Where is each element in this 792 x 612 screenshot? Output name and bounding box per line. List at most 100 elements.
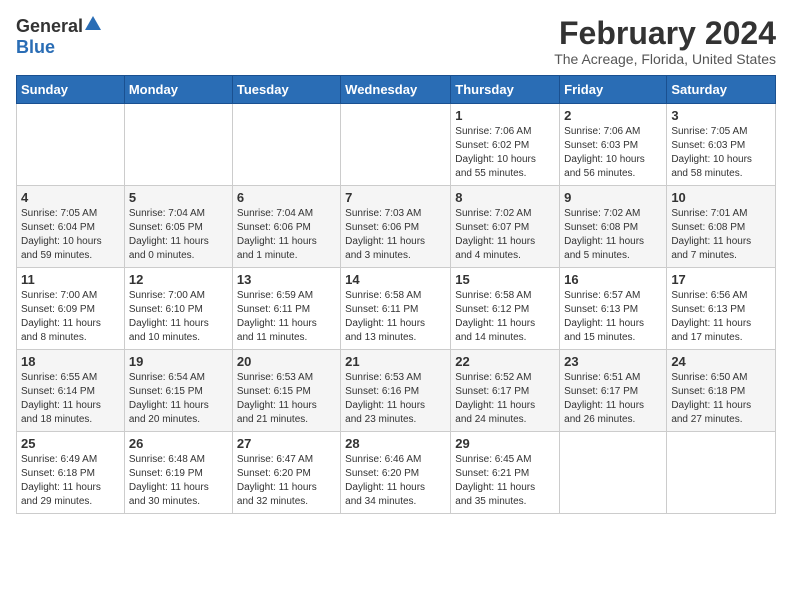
calendar-week-2: 4 Sunrise: 7:05 AM Sunset: 6:04 PM Daylig… (17, 186, 776, 268)
weekday-header-row: SundayMondayTuesdayWednesdayThursdayFrid… (17, 76, 776, 104)
day-content: Sunrise: 6:59 AM Sunset: 6:11 PM Dayligh… (237, 289, 336, 345)
calendar-cell: 15 Sunrise: 6:58 AM Sunset: 6:12 PM Dayli… (451, 268, 560, 350)
day-number: 2 (564, 108, 662, 123)
day-content: Sunrise: 6:52 AM Sunset: 6:17 PM Dayligh… (455, 371, 555, 427)
day-content: Sunrise: 6:54 AM Sunset: 6:15 PM Dayligh… (129, 371, 228, 427)
day-number: 18 (21, 354, 120, 369)
day-number: 1 (455, 108, 555, 123)
calendar-body: 1 Sunrise: 7:06 AM Sunset: 6:02 PM Daylig… (17, 104, 776, 514)
day-content: Sunrise: 7:05 AM Sunset: 6:04 PM Dayligh… (21, 207, 120, 263)
weekday-header-tuesday: Tuesday (232, 76, 340, 104)
calendar-cell: 1 Sunrise: 7:06 AM Sunset: 6:02 PM Daylig… (451, 104, 560, 186)
calendar-cell: 11 Sunrise: 7:00 AM Sunset: 6:09 PM Dayli… (17, 268, 125, 350)
day-number: 5 (129, 190, 228, 205)
day-number: 6 (237, 190, 336, 205)
calendar-cell: 28 Sunrise: 6:46 AM Sunset: 6:20 PM Dayli… (341, 432, 451, 514)
calendar-cell: 4 Sunrise: 7:05 AM Sunset: 6:04 PM Daylig… (17, 186, 125, 268)
calendar-cell (341, 104, 451, 186)
day-content: Sunrise: 6:55 AM Sunset: 6:14 PM Dayligh… (21, 371, 120, 427)
day-number: 7 (345, 190, 446, 205)
day-content: Sunrise: 7:02 AM Sunset: 6:07 PM Dayligh… (455, 207, 555, 263)
weekday-header-saturday: Saturday (667, 76, 776, 104)
day-number: 3 (671, 108, 771, 123)
weekday-header-thursday: Thursday (451, 76, 560, 104)
calendar-cell: 14 Sunrise: 6:58 AM Sunset: 6:11 PM Dayli… (341, 268, 451, 350)
day-content: Sunrise: 6:46 AM Sunset: 6:20 PM Dayligh… (345, 453, 446, 509)
calendar-cell (124, 104, 232, 186)
day-content: Sunrise: 7:06 AM Sunset: 6:02 PM Dayligh… (455, 125, 555, 181)
day-number: 23 (564, 354, 662, 369)
calendar-cell: 10Sunrise: 7:01 AM Sunset: 6:08 PM Dayli… (667, 186, 776, 268)
day-number: 4 (21, 190, 120, 205)
calendar-cell (667, 432, 776, 514)
weekday-header-monday: Monday (124, 76, 232, 104)
calendar-cell: 26Sunrise: 6:48 AM Sunset: 6:19 PM Dayli… (124, 432, 232, 514)
calendar-cell: 22 Sunrise: 6:52 AM Sunset: 6:17 PM Dayli… (451, 350, 560, 432)
calendar-cell: 13 Sunrise: 6:59 AM Sunset: 6:11 PM Dayli… (232, 268, 340, 350)
calendar-cell: 7 Sunrise: 7:03 AM Sunset: 6:06 PM Daylig… (341, 186, 451, 268)
weekday-header-friday: Friday (560, 76, 667, 104)
weekday-header-wednesday: Wednesday (341, 76, 451, 104)
day-content: Sunrise: 7:00 AM Sunset: 6:10 PM Dayligh… (129, 289, 228, 345)
calendar-cell: 24 Sunrise: 6:50 AM Sunset: 6:18 PM Dayli… (667, 350, 776, 432)
day-content: Sunrise: 6:47 AM Sunset: 6:20 PM Dayligh… (237, 453, 336, 509)
calendar-week-5: 25Sunrise: 6:49 AM Sunset: 6:18 PM Dayli… (17, 432, 776, 514)
day-content: Sunrise: 6:58 AM Sunset: 6:11 PM Dayligh… (345, 289, 446, 345)
calendar-table: SundayMondayTuesdayWednesdayThursdayFrid… (16, 75, 776, 514)
day-content: Sunrise: 6:51 AM Sunset: 6:17 PM Dayligh… (564, 371, 662, 427)
day-content: Sunrise: 6:58 AM Sunset: 6:12 PM Dayligh… (455, 289, 555, 345)
day-number: 17 (671, 272, 771, 287)
day-number: 24 (671, 354, 771, 369)
day-number: 22 (455, 354, 555, 369)
calendar-subtitle: The Acreage, Florida, United States (554, 51, 776, 67)
day-number: 13 (237, 272, 336, 287)
day-content: Sunrise: 7:02 AM Sunset: 6:08 PM Dayligh… (564, 207, 662, 263)
day-number: 12 (129, 272, 228, 287)
calendar-week-4: 18 Sunrise: 6:55 AM Sunset: 6:14 PM Dayli… (17, 350, 776, 432)
day-number: 26 (129, 436, 228, 451)
calendar-cell (560, 432, 667, 514)
calendar-cell: 3 Sunrise: 7:05 AM Sunset: 6:03 PM Daylig… (667, 104, 776, 186)
calendar-cell: 18 Sunrise: 6:55 AM Sunset: 6:14 PM Dayli… (17, 350, 125, 432)
calendar-week-1: 1 Sunrise: 7:06 AM Sunset: 6:02 PM Daylig… (17, 104, 776, 186)
day-content: Sunrise: 7:00 AM Sunset: 6:09 PM Dayligh… (21, 289, 120, 345)
day-content: Sunrise: 7:04 AM Sunset: 6:05 PM Dayligh… (129, 207, 228, 263)
logo-blue: Blue (16, 37, 55, 58)
header: General Blue February 2024 The Acreage, … (16, 16, 776, 67)
day-number: 29 (455, 436, 555, 451)
title-area: February 2024 The Acreage, Florida, Unit… (554, 16, 776, 67)
day-number: 21 (345, 354, 446, 369)
calendar-cell: 23 Sunrise: 6:51 AM Sunset: 6:17 PM Dayli… (560, 350, 667, 432)
day-number: 19 (129, 354, 228, 369)
day-content: Sunrise: 6:53 AM Sunset: 6:16 PM Dayligh… (345, 371, 446, 427)
day-content: Sunrise: 7:04 AM Sunset: 6:06 PM Dayligh… (237, 207, 336, 263)
day-number: 11 (21, 272, 120, 287)
calendar-header: SundayMondayTuesdayWednesdayThursdayFrid… (17, 76, 776, 104)
day-number: 28 (345, 436, 446, 451)
calendar-cell: 16Sunrise: 6:57 AM Sunset: 6:13 PM Dayli… (560, 268, 667, 350)
day-content: Sunrise: 6:57 AM Sunset: 6:13 PM Dayligh… (564, 289, 662, 345)
day-number: 10 (671, 190, 771, 205)
day-number: 20 (237, 354, 336, 369)
calendar-title: February 2024 (554, 16, 776, 51)
day-number: 14 (345, 272, 446, 287)
day-content: Sunrise: 6:45 AM Sunset: 6:21 PM Dayligh… (455, 453, 555, 509)
day-content: Sunrise: 7:03 AM Sunset: 6:06 PM Dayligh… (345, 207, 446, 263)
calendar-cell: 9 Sunrise: 7:02 AM Sunset: 6:08 PM Daylig… (560, 186, 667, 268)
logo: General Blue (16, 16, 101, 58)
day-number: 25 (21, 436, 120, 451)
day-content: Sunrise: 6:56 AM Sunset: 6:13 PM Dayligh… (671, 289, 771, 345)
day-number: 9 (564, 190, 662, 205)
day-number: 15 (455, 272, 555, 287)
logo-icon (85, 16, 101, 37)
calendar-cell: 19 Sunrise: 6:54 AM Sunset: 6:15 PM Dayli… (124, 350, 232, 432)
calendar-cell (17, 104, 125, 186)
calendar-cell (232, 104, 340, 186)
logo-general: General (16, 16, 83, 37)
calendar-cell: 27Sunrise: 6:47 AM Sunset: 6:20 PM Dayli… (232, 432, 340, 514)
calendar-cell: 21 Sunrise: 6:53 AM Sunset: 6:16 PM Dayli… (341, 350, 451, 432)
day-content: Sunrise: 6:50 AM Sunset: 6:18 PM Dayligh… (671, 371, 771, 427)
calendar-cell: 8Sunrise: 7:02 AM Sunset: 6:07 PM Daylig… (451, 186, 560, 268)
day-content: Sunrise: 7:05 AM Sunset: 6:03 PM Dayligh… (671, 125, 771, 181)
weekday-header-sunday: Sunday (17, 76, 125, 104)
